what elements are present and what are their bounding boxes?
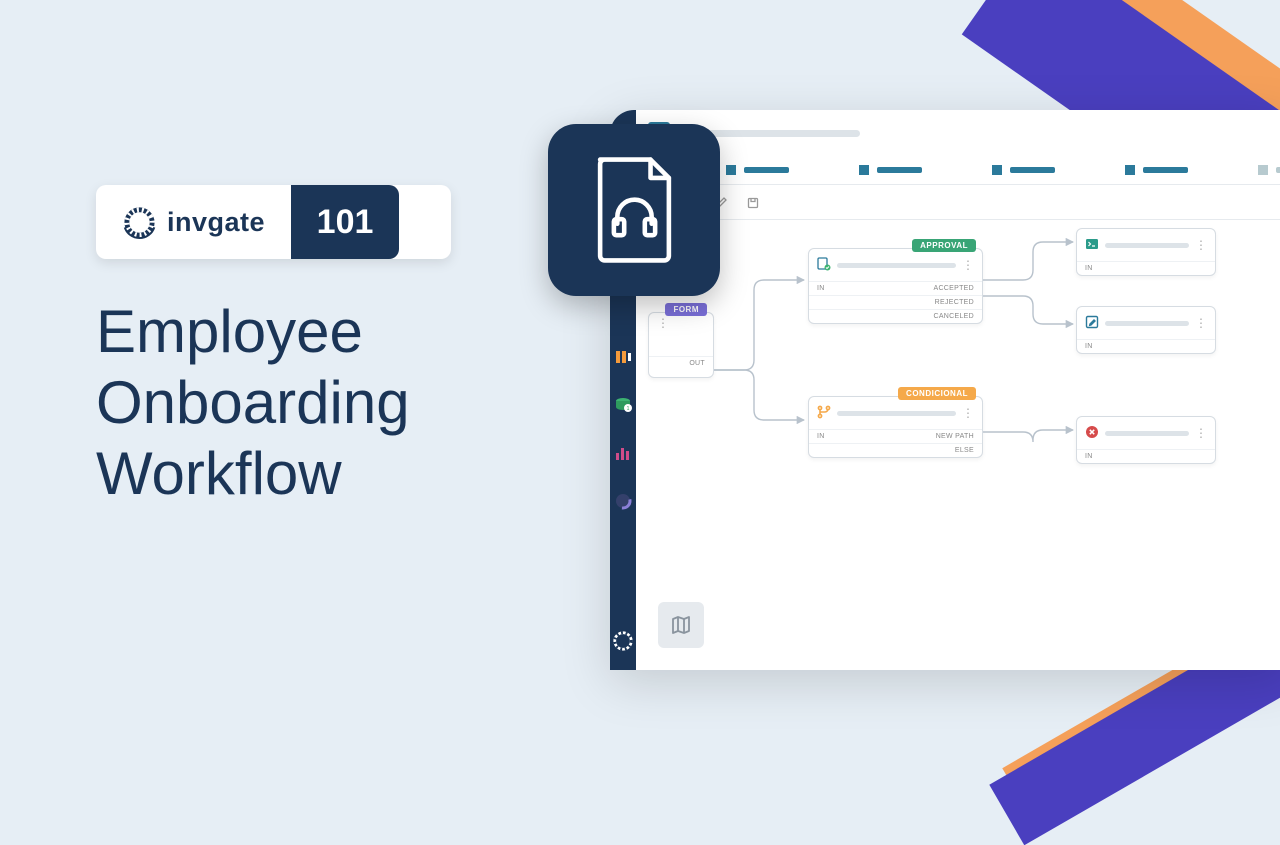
brand-name: invgate	[167, 207, 265, 238]
invgate-logo-icon	[122, 205, 157, 240]
brand-logo: invgate	[96, 185, 291, 259]
app-toolbar	[636, 184, 1280, 220]
headline-line: Workflow	[96, 440, 342, 507]
port-path: CANCELED	[933, 313, 974, 320]
port-in: IN	[1085, 453, 1093, 460]
headline-line: Employee	[96, 298, 363, 365]
app-topbar	[636, 110, 1280, 156]
app-main: FORM ⋮ OUT APPROVAL ⋮ INACCEPTED RE	[636, 110, 1280, 670]
sidebar-logo-icon	[612, 630, 634, 652]
terminal-icon	[1085, 237, 1099, 253]
sidebar-item-reports-icon[interactable]	[612, 442, 634, 464]
step-tab[interactable]	[726, 165, 789, 175]
node-tag: CONDICIONAL	[898, 387, 976, 400]
port-path: ACCEPTED	[933, 285, 974, 292]
node-menu-icon[interactable]: ⋮	[962, 263, 974, 268]
port-in: IN	[1085, 343, 1093, 350]
workflow-node-conditional[interactable]: CONDICIONAL ⋮ INNEW PATH ELSE	[808, 396, 983, 458]
save-icon[interactable]	[747, 196, 759, 208]
course-number-badge: 101	[291, 185, 399, 259]
port-in: IN	[1085, 265, 1093, 272]
step-tab[interactable]	[1258, 165, 1280, 175]
error-icon	[1085, 425, 1099, 441]
sidebar-item-brand-icon[interactable]	[612, 490, 634, 512]
node-menu-icon[interactable]: ⋮	[1195, 243, 1207, 248]
step-tab[interactable]	[859, 165, 922, 175]
sidebar-item-assets-icon[interactable]: 1	[612, 394, 634, 416]
node-tag: APPROVAL	[912, 239, 976, 252]
workflow-node-form[interactable]: FORM ⋮ OUT	[648, 312, 714, 378]
workflow-node-task[interactable]: ⋮ IN	[1076, 306, 1216, 354]
port-in: IN	[817, 433, 825, 440]
page-title: Employee Onboarding Workflow	[96, 297, 451, 509]
workflow-node-error[interactable]: ⋮ IN	[1076, 416, 1216, 464]
branch-icon	[817, 405, 831, 421]
hero-panel: invgate 101 Employee Onboarding Workflow	[96, 185, 451, 509]
brand-badge: invgate 101	[96, 185, 451, 259]
port-path: REJECTED	[935, 299, 974, 306]
port-in: IN	[817, 285, 825, 292]
edit-task-icon	[1085, 315, 1099, 331]
step-tab[interactable]	[1125, 165, 1188, 175]
step-tab[interactable]	[992, 165, 1055, 175]
node-tag: FORM	[665, 303, 707, 316]
workflow-hero-icon	[548, 124, 720, 296]
node-menu-icon[interactable]: ⋮	[962, 411, 974, 416]
port-path: NEW PATH	[936, 433, 974, 440]
port-path: ELSE	[955, 447, 974, 454]
node-menu-icon[interactable]: ⋮	[1195, 321, 1207, 326]
minimap-icon[interactable]	[658, 602, 704, 648]
workflow-canvas[interactable]: FORM ⋮ OUT APPROVAL ⋮ INACCEPTED RE	[636, 220, 1280, 670]
app-steps	[636, 156, 1280, 184]
approval-icon	[817, 257, 831, 273]
node-menu-icon[interactable]: ⋮	[657, 321, 669, 326]
workflow-node-task[interactable]: ⋮ IN	[1076, 228, 1216, 276]
workflow-node-approval[interactable]: APPROVAL ⋮ INACCEPTED REJECTED CANCELED	[808, 248, 983, 324]
node-menu-icon[interactable]: ⋮	[1195, 431, 1207, 436]
port-out: OUT	[689, 360, 705, 367]
sidebar-item-tickets-icon[interactable]	[612, 346, 634, 368]
svg-text:1: 1	[627, 406, 630, 412]
headline-line: Onboarding	[96, 369, 410, 436]
